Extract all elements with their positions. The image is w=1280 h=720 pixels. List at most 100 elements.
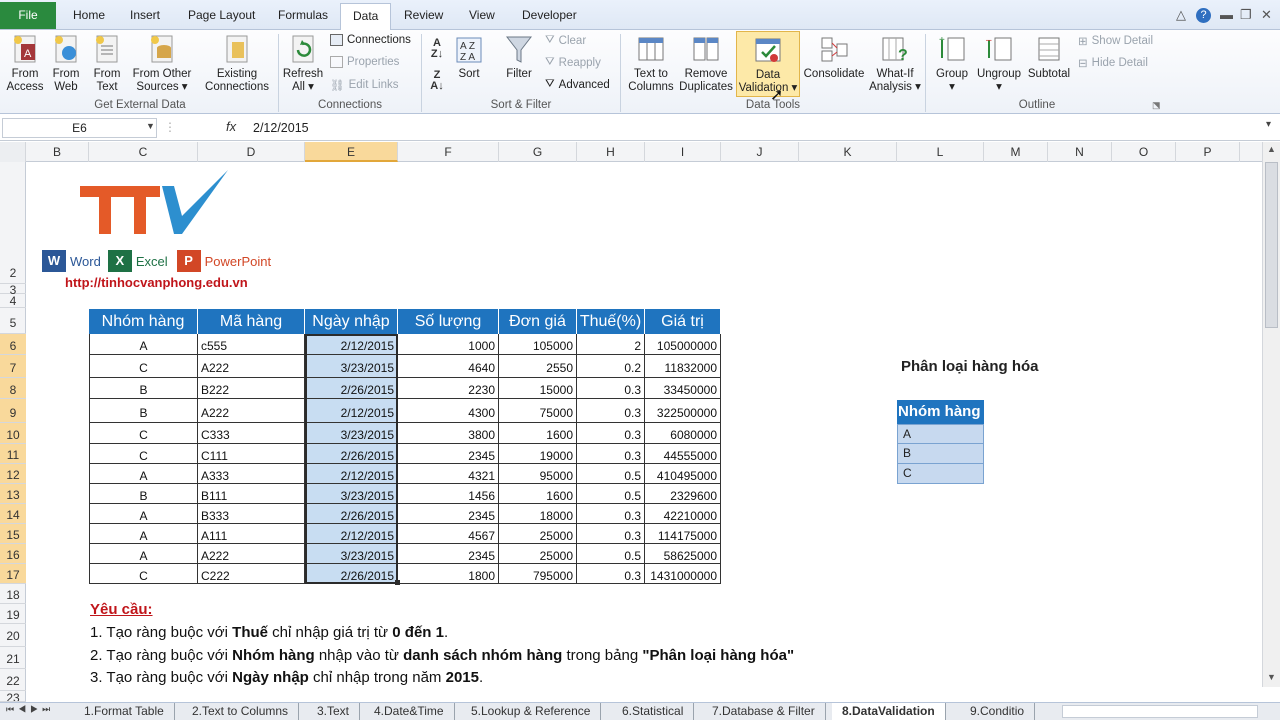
- from-other-sources-button[interactable]: From Other Sources ▾: [128, 34, 196, 94]
- cell-ma-hang[interactable]: B333: [198, 504, 305, 524]
- cell-thue[interactable]: 0.3: [577, 378, 645, 399]
- cell-gia-tri[interactable]: 322500000: [645, 399, 721, 423]
- cell-ngay-nhap[interactable]: 2/26/2015: [305, 504, 398, 524]
- cell-thue[interactable]: 0.3: [577, 444, 645, 464]
- cell-don-gia[interactable]: 105000: [499, 334, 577, 355]
- cell-so-luong[interactable]: 1800: [398, 564, 499, 584]
- cell-so-luong[interactable]: 3800: [398, 423, 499, 444]
- cell-don-gia[interactable]: 1600: [499, 423, 577, 444]
- cell-don-gia[interactable]: 2550: [499, 355, 577, 378]
- column-header-n[interactable]: N: [1048, 142, 1112, 162]
- sheet-tab[interactable]: 9.Conditio: [960, 703, 1036, 720]
- sort-az-button[interactable]: A Z↓: [426, 38, 448, 60]
- existing-connections-button[interactable]: Existing Connections: [200, 34, 274, 94]
- column-header-i[interactable]: I: [645, 142, 721, 162]
- from-access-button[interactable]: A From Access: [4, 34, 46, 94]
- minimize-icon[interactable]: ▬: [1220, 7, 1233, 22]
- tab-file[interactable]: File: [0, 2, 56, 29]
- cell-nhom-hang[interactable]: A: [89, 334, 198, 355]
- cell-thue[interactable]: 0.5: [577, 484, 645, 504]
- cell-don-gia[interactable]: 25000: [499, 524, 577, 544]
- column-header-d[interactable]: D: [198, 142, 305, 162]
- row-header-8[interactable]: 8: [0, 378, 26, 399]
- sort-za-button[interactable]: Z A↓: [426, 70, 448, 92]
- sheet-tab[interactable]: 6.Statistical: [612, 703, 695, 720]
- row-header-9[interactable]: 9: [0, 399, 26, 423]
- sheet-tab[interactable]: 8.DataValidation: [832, 703, 946, 720]
- column-header-p[interactable]: P: [1176, 142, 1240, 162]
- outline-dialog-launcher-icon[interactable]: ⬔: [1152, 100, 1161, 111]
- cell-ma-hang[interactable]: C222: [198, 564, 305, 584]
- cell-gia-tri[interactable]: 58625000: [645, 544, 721, 564]
- cell-ma-hang[interactable]: B222: [198, 378, 305, 399]
- row-header-20[interactable]: 20: [0, 624, 26, 647]
- cell-ngay-nhap[interactable]: 3/23/2015: [305, 544, 398, 564]
- cell-don-gia[interactable]: 795000: [499, 564, 577, 584]
- row-header-22[interactable]: 22: [0, 669, 26, 691]
- cell-gia-tri[interactable]: 1431000000: [645, 564, 721, 584]
- expand-formula-bar-icon[interactable]: ▾: [1266, 119, 1271, 130]
- what-if-analysis-button[interactable]: ? What-If Analysis ▾: [868, 34, 922, 94]
- fill-handle[interactable]: [395, 580, 400, 585]
- tab-review[interactable]: Review: [404, 8, 443, 22]
- scroll-down-icon[interactable]: ▼: [1267, 672, 1276, 682]
- cell-thue[interactable]: 0.5: [577, 544, 645, 564]
- from-text-button[interactable]: From Text: [88, 34, 126, 94]
- sheet-tab[interactable]: 1.Format Table: [74, 703, 175, 720]
- sort-button[interactable]: A ZZ A Sort: [452, 34, 486, 81]
- cell-nhom-hang[interactable]: C: [89, 355, 198, 378]
- row-header-13[interactable]: 13: [0, 484, 26, 504]
- cell-gia-tri[interactable]: 33450000: [645, 378, 721, 399]
- row-header-10[interactable]: 10: [0, 423, 26, 444]
- remove-duplicates-button[interactable]: Remove Duplicates: [678, 34, 734, 94]
- row-header-6[interactable]: 6: [0, 334, 26, 355]
- connections-button[interactable]: Connections: [330, 34, 411, 46]
- column-header-f[interactable]: F: [398, 142, 499, 162]
- ungroup-button[interactable]: – Ungroup ▾: [974, 34, 1024, 94]
- cell-thue[interactable]: 0.3: [577, 524, 645, 544]
- sheet-tab[interactable]: 2.Text to Columns: [182, 703, 300, 720]
- cell-gia-tri[interactable]: 42210000: [645, 504, 721, 524]
- column-header-k[interactable]: K: [799, 142, 897, 162]
- cell-ngay-nhap[interactable]: 2/12/2015: [305, 334, 398, 355]
- sheet-tab[interactable]: 5.Lookup & Reference: [461, 703, 602, 720]
- cell-ngay-nhap[interactable]: 3/23/2015: [305, 355, 398, 378]
- cell-ngay-nhap[interactable]: 2/26/2015: [305, 378, 398, 399]
- tab-view[interactable]: View: [469, 8, 495, 22]
- cell-gia-tri[interactable]: 6080000: [645, 423, 721, 444]
- cell-so-luong[interactable]: 4300: [398, 399, 499, 423]
- clear-filter-button[interactable]: ⛛ Clear: [545, 34, 586, 47]
- filter-button[interactable]: Filter: [500, 34, 538, 81]
- cell-nhom-hang[interactable]: C: [89, 444, 198, 464]
- cell-thue[interactable]: 2: [577, 334, 645, 355]
- website-url[interactable]: http://tinhocvanphong.edu.vn: [65, 275, 248, 290]
- row-header-18[interactable]: 18: [0, 584, 26, 604]
- column-header-m[interactable]: M: [984, 142, 1048, 162]
- cell-nhom-hang[interactable]: B: [89, 399, 198, 423]
- cell-ngay-nhap[interactable]: 3/23/2015: [305, 484, 398, 504]
- cell-gia-tri[interactable]: 410495000: [645, 464, 721, 484]
- scroll-up-icon[interactable]: ▲: [1267, 144, 1276, 154]
- column-header-l[interactable]: L: [897, 142, 984, 162]
- classify-item[interactable]: B: [897, 444, 984, 464]
- cell-nhom-hang[interactable]: C: [89, 564, 198, 584]
- restore-icon[interactable]: ❐: [1240, 7, 1252, 23]
- cell-so-luong[interactable]: 4640: [398, 355, 499, 378]
- tab-home[interactable]: Home: [73, 8, 105, 22]
- row-header-21[interactable]: 21: [0, 647, 26, 669]
- cell-ngay-nhap[interactable]: 2/26/2015: [305, 564, 398, 584]
- cell-nhom-hang[interactable]: B: [89, 378, 198, 399]
- cell-thue[interactable]: 0.3: [577, 399, 645, 423]
- name-box-dropdown-icon[interactable]: ▼: [146, 121, 155, 131]
- cell-ngay-nhap[interactable]: 2/12/2015: [305, 464, 398, 484]
- cell-nhom-hang[interactable]: C: [89, 423, 198, 444]
- name-box[interactable]: E6: [2, 118, 157, 138]
- tab-data[interactable]: Data: [340, 3, 392, 31]
- cell-thue[interactable]: 0.2: [577, 355, 645, 378]
- cell-ma-hang[interactable]: B111: [198, 484, 305, 504]
- cell-so-luong[interactable]: 4567: [398, 524, 499, 544]
- tab-insert[interactable]: Insert: [130, 8, 160, 22]
- cell-so-luong[interactable]: 2345: [398, 544, 499, 564]
- cell-ma-hang[interactable]: C333: [198, 423, 305, 444]
- cell-ngay-nhap[interactable]: 2/26/2015: [305, 444, 398, 464]
